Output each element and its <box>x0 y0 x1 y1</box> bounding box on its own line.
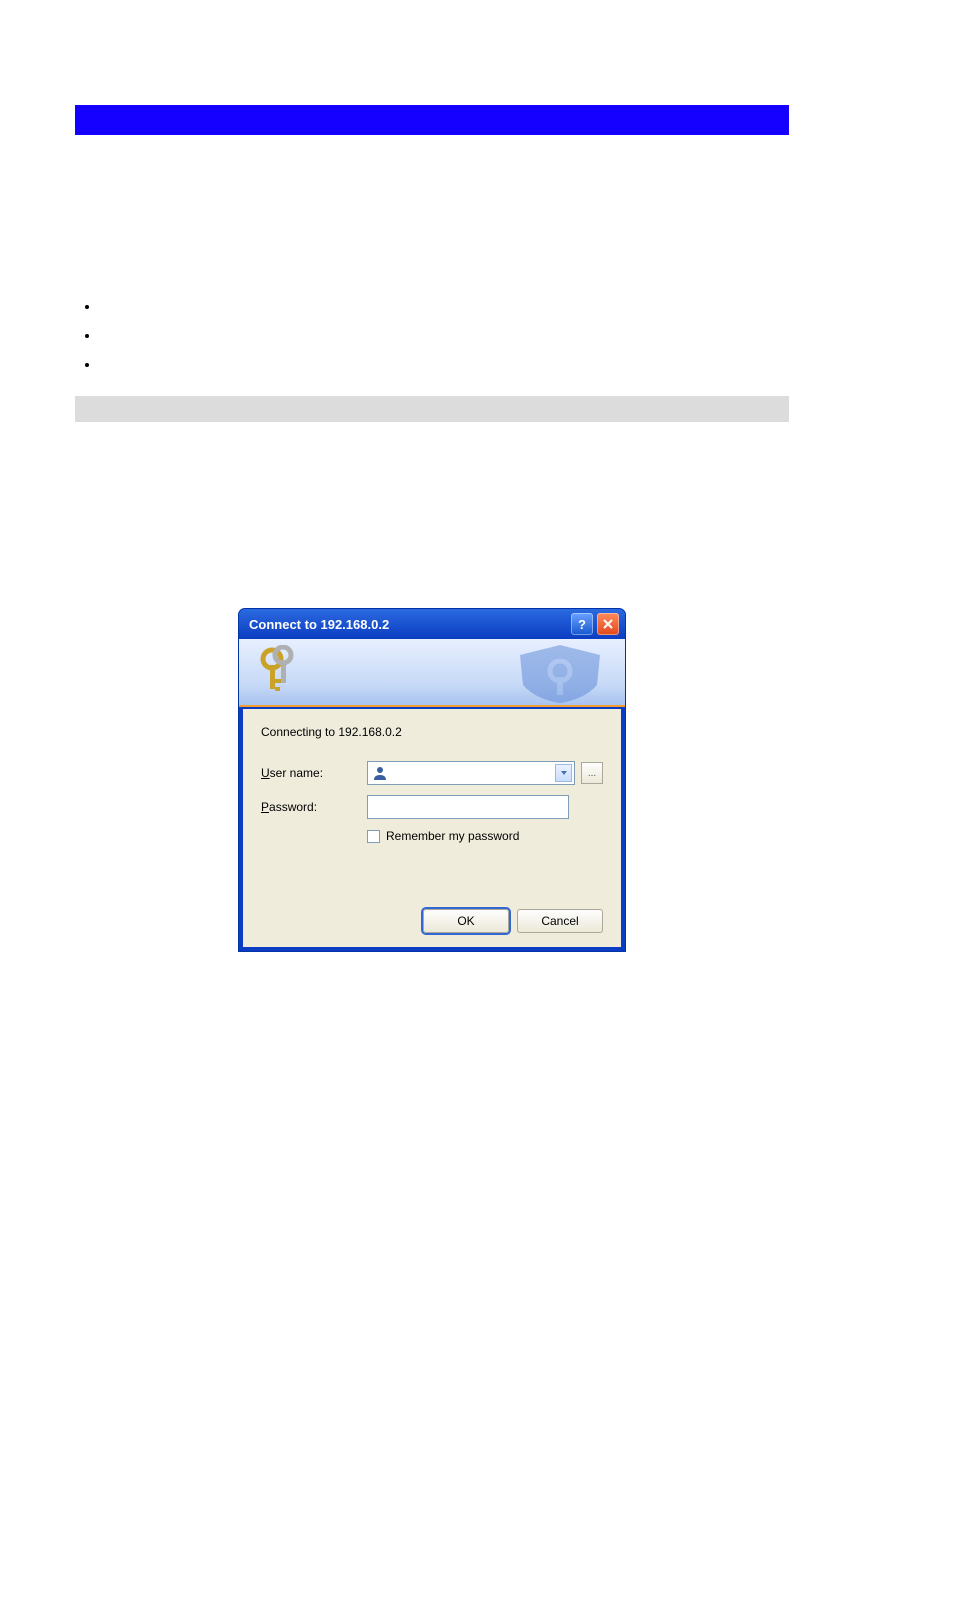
user-icon <box>372 765 388 781</box>
bullet-item <box>100 356 110 385</box>
chevron-down-icon[interactable] <box>555 764 572 782</box>
dialog-body: Connecting to 192.168.0.2 User name: ...… <box>243 709 621 947</box>
keys-icon <box>257 645 301 699</box>
dialog-banner <box>239 639 625 707</box>
remember-password-checkbox[interactable] <box>367 830 380 843</box>
grey-section-bar <box>75 396 789 422</box>
bullet-item <box>100 327 110 356</box>
ok-button[interactable]: OK <box>423 909 509 933</box>
connecting-status: Connecting to 192.168.0.2 <box>261 725 603 739</box>
dialog-titlebar[interactable]: Connect to 192.168.0.2 ? <box>239 609 625 639</box>
remember-password-label: Remember my password <box>386 829 519 843</box>
bullet-list <box>80 298 110 385</box>
browse-button[interactable]: ... <box>581 762 603 784</box>
bullet-item <box>100 298 110 327</box>
blue-title-bar <box>75 105 789 135</box>
close-button[interactable] <box>597 613 619 635</box>
help-button[interactable]: ? <box>571 613 593 635</box>
shield-icon <box>505 641 615 705</box>
password-input[interactable] <box>367 795 569 819</box>
username-label: User name: <box>261 766 367 780</box>
auth-dialog: Connect to 192.168.0.2 ? Connect <box>239 609 625 951</box>
dialog-title: Connect to 192.168.0.2 <box>249 617 567 632</box>
username-input[interactable] <box>367 761 575 785</box>
cancel-button[interactable]: Cancel <box>517 909 603 933</box>
password-label: Password: <box>261 800 367 814</box>
